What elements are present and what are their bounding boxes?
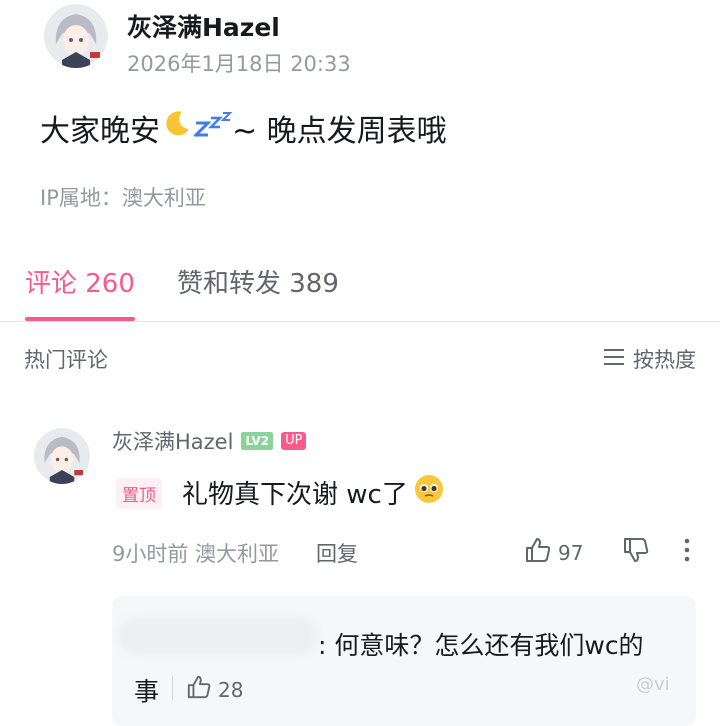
sub-comment-separator [172,676,173,700]
comment-author-name[interactable]: 灰泽满Hazel [112,426,233,456]
thumbs-down-icon [622,538,650,568]
comment-meta: 9小时前 澳大利亚 [112,542,280,566]
blurred-username [118,618,318,654]
sub-comment-like-button[interactable]: 28 [186,674,243,705]
sub-comment-like-count: 28 [218,677,244,702]
comment-dislike-button[interactable] [622,536,650,568]
thumbs-up-icon [524,536,552,569]
comment-like-button[interactable]: 97 [524,536,583,569]
comment-more-button[interactable] [682,536,692,568]
post-text-end: ~ 晚点发周表哦 [232,114,447,149]
post-author-avatar[interactable] [44,4,108,68]
post-text-start: 大家晚安 [40,114,160,149]
comment-author-avatar[interactable] [34,428,90,484]
sub-comment-text-line2: 事 [134,677,160,706]
post-content: 大家晚安 ~ 晚点发周表哦 [40,106,447,150]
thumbs-up-icon [186,674,212,705]
up-badge: UP [281,432,307,450]
post-author-name[interactable]: 灰泽满Hazel [127,8,280,44]
watermark: @vi [636,674,670,695]
tabs-divider [0,321,720,322]
more-vertical-icon [682,538,692,568]
sort-menu-icon [603,347,625,372]
sort-button[interactable]: 按热度 [603,344,696,374]
level-badge: LV2 [241,432,274,450]
tab-likes-reposts[interactable]: 赞和转发 389 [177,263,339,300]
reply-button[interactable]: 回复 [316,538,358,568]
sub-comment-text-line1: : 何意味？怎么还有我们wc的 [318,631,644,660]
comment-text: 礼物真下次谢 wc了 [182,480,408,510]
comment-like-count: 97 [558,540,584,565]
sort-label: 按热度 [633,348,696,372]
comment-author-row: 灰泽满Hazel LV2 UP [112,426,307,456]
post-timestamp: 2026年1月18日 20:33 [127,52,351,76]
hot-comments-title: 热门评论 [24,348,108,372]
pinned-badge: 置顶 [116,478,162,509]
sleeping-zzz-icon [192,109,233,147]
tab-comments[interactable]: 评论 260 [25,263,135,300]
post-ip-location: IP属地：澳大利亚 [40,186,206,210]
pleading-face-icon [414,474,444,511]
comment-content: 礼物真下次谢 wc了 [182,474,444,511]
crescent-moon-icon [162,109,192,147]
